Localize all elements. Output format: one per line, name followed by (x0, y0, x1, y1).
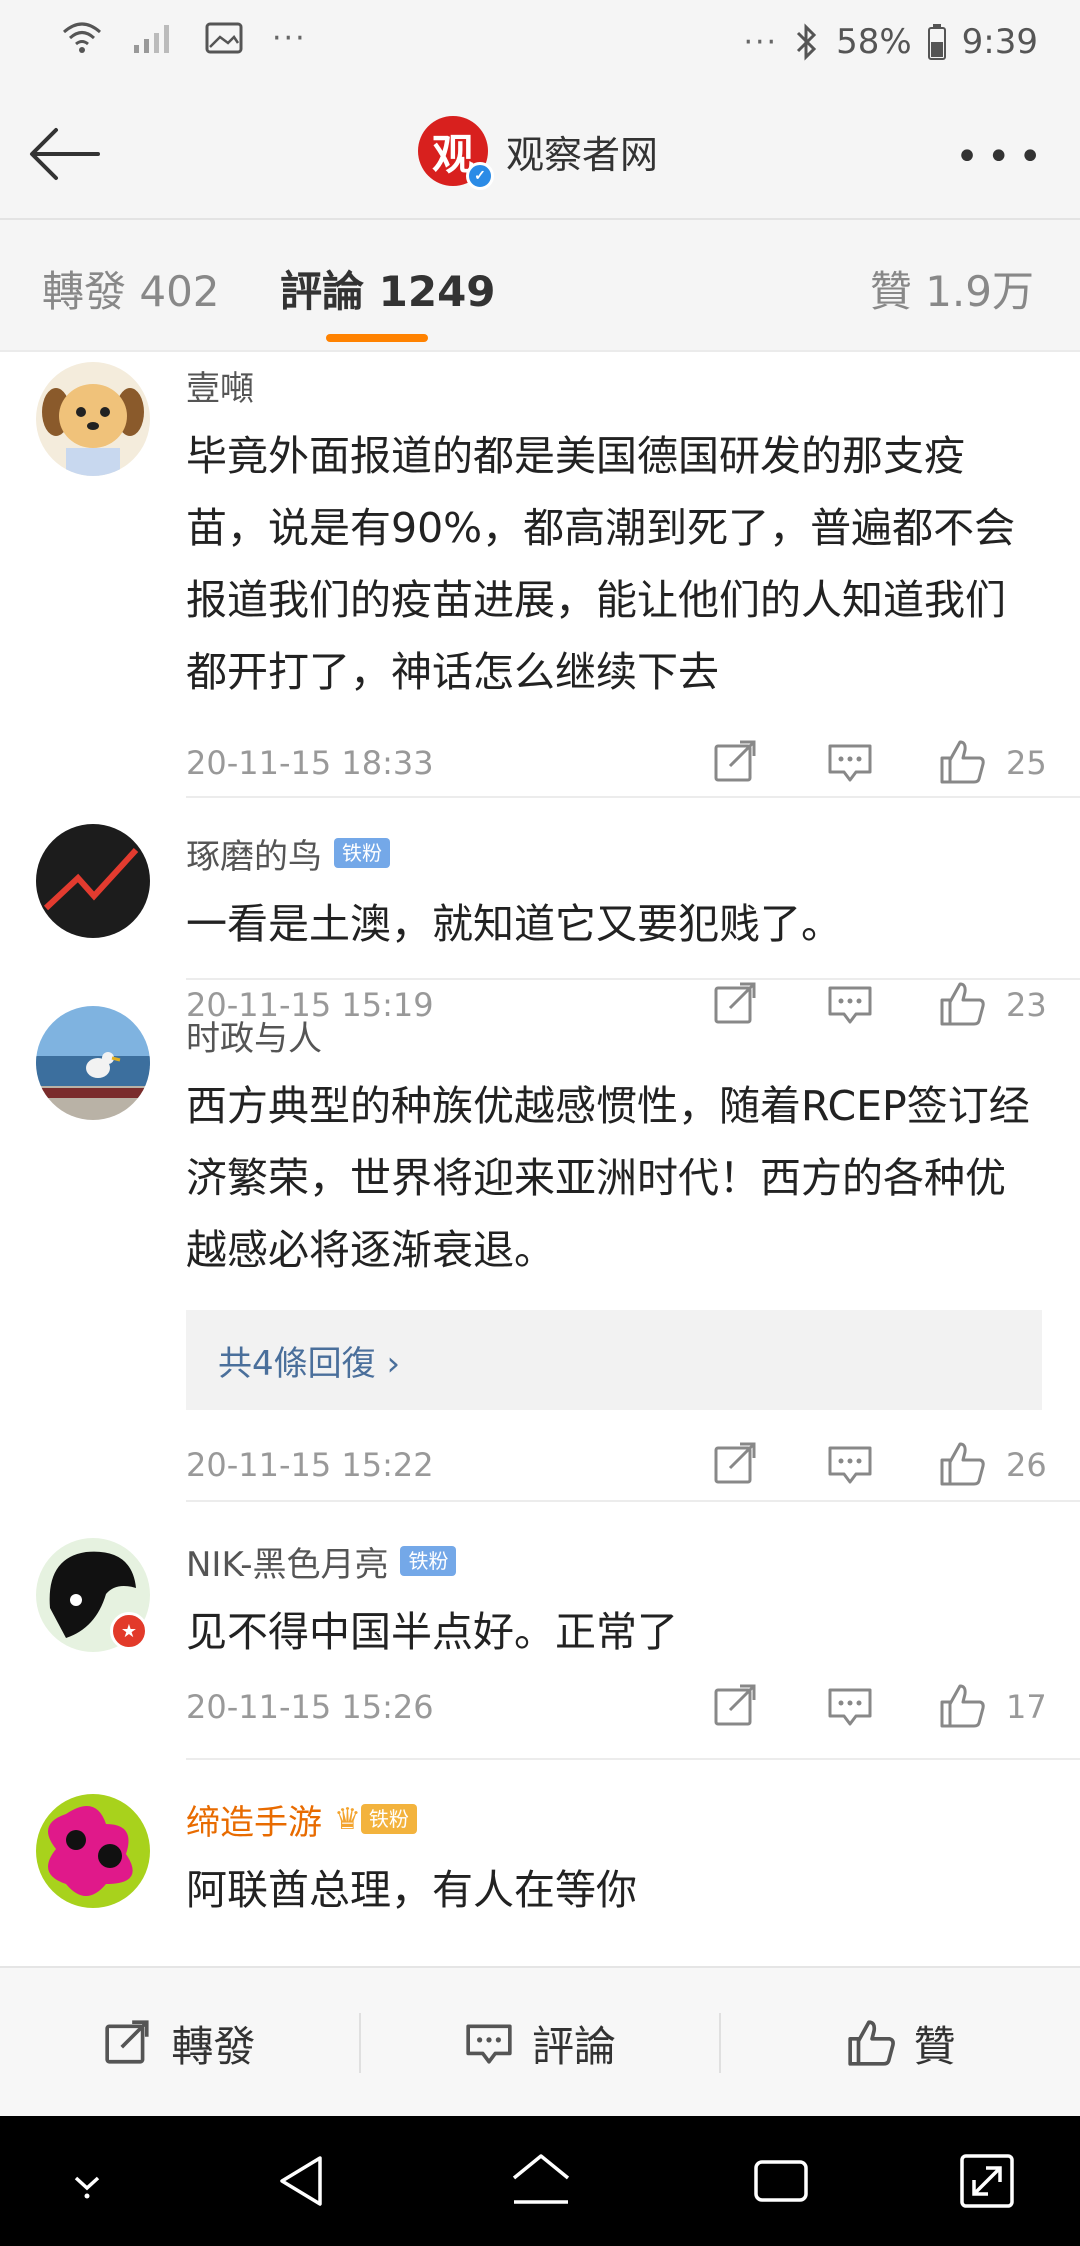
thumbs-up-icon[interactable] (938, 1440, 986, 1488)
avatar[interactable] (36, 362, 150, 476)
more-options-icon[interactable]: ••• (955, 134, 1050, 180)
comment-icon[interactable] (826, 738, 874, 786)
wifi-icon (63, 22, 101, 53)
status-bar: ··· ··· 58% 9:39 (0, 0, 1080, 90)
tab-forward[interactable]: 轉發 402 (42, 258, 220, 319)
comment-label: 評論 (532, 2021, 617, 2071)
comment-item: 壹噸 毕竟外面报道的都是美国德国研发的那支疫苗，说是有90%，都高潮到死了，普遍… (36, 352, 1080, 798)
avatar[interactable]: ★ (36, 1538, 150, 1652)
comment-item: 缔造手游 ♛ 铁粉 阿联酋总理，有人在等你 (36, 1760, 1080, 1960)
share-icon[interactable] (712, 1682, 760, 1730)
fan-badge: 铁粉 (400, 1546, 457, 1576)
account-avatar: 观 ✓ (418, 116, 494, 190)
share-icon[interactable] (712, 1440, 760, 1488)
active-tab-indicator (326, 334, 428, 342)
comment-text: 见不得中国半点好。正常了 (186, 1608, 678, 1656)
thumbs-up-icon[interactable] (938, 738, 986, 786)
clock: 9:39 (961, 22, 1038, 62)
fan-badge: 铁粉 (360, 1804, 417, 1834)
crown-icon: ♛ (334, 1801, 361, 1837)
battery-percent: 58% (836, 22, 912, 62)
like-count: 25 (1006, 744, 1047, 782)
comment-timestamp: 20-11-15 15:22 (186, 1446, 434, 1484)
fan-badge: 铁粉 (334, 838, 390, 868)
comment-timestamp: 20-11-15 15:26 (186, 1688, 434, 1726)
comment-username[interactable]: NIK-黑色月亮 (186, 1537, 388, 1586)
avatar[interactable] (36, 824, 150, 938)
comment-item: 琢磨的鸟 铁粉 一看是土澳，就知道它又要犯贱了。 20-11-15 15:19 … (36, 798, 1080, 1026)
battery-icon (927, 24, 946, 60)
status-more-right: ··· (743, 24, 779, 60)
comment-button[interactable]: 評論 (361, 1968, 720, 2118)
comment-text: 阿联酋总理，有人在等你 (186, 1866, 637, 1914)
star-badge-icon: ★ (110, 1612, 148, 1650)
hide-keyboard-icon[interactable] (52, 2146, 122, 2216)
comment-username[interactable]: 琢磨的鸟 (186, 829, 322, 878)
system-navigation-bar (0, 2116, 1080, 2246)
comment-username[interactable]: 缔造手游 (186, 1795, 322, 1844)
expand-icon[interactable] (952, 2146, 1022, 2216)
comment-text: 毕竟外面报道的都是美国德国研发的那支疫苗，说是有90%，都高潮到死了，普遍都不会… (186, 432, 1016, 696)
back-arrow-icon[interactable] (26, 114, 106, 194)
comment-text: 西方典型的种族优越感惯性，随着RCEP签订经济繁荣，世界将迎来亚洲时代！西方的各… (186, 1082, 1030, 1274)
thumbs-up-icon[interactable] (938, 1682, 986, 1730)
verified-icon: ✓ (466, 162, 494, 190)
comment-icon[interactable] (826, 1440, 874, 1488)
comment-item: ★ NIK-黑色月亮 铁粉 见不得中国半点好。正常了 20-11-15 15:2… (36, 1502, 1080, 1760)
bluetooth-icon (797, 23, 817, 61)
thumbs-up-icon (848, 2020, 895, 2066)
comment-list[interactable]: 壹噸 毕竟外面报道的都是美国德国研发的那支疫苗，说是有90%，都高潮到死了，普遍… (0, 352, 1080, 1962)
status-more-left: ··· (272, 20, 307, 56)
like-label: 贊 (913, 2021, 956, 2071)
view-replies-link[interactable]: 共4條回復 › (186, 1310, 1042, 1410)
navigation-bar: 观 ✓ 观察者网 ••• (0, 90, 1080, 220)
account-name: 观察者网 (506, 132, 659, 177)
like-count: 26 (1006, 1446, 1047, 1484)
avatar[interactable] (36, 1794, 150, 1908)
like-button[interactable]: 贊 (721, 1968, 1080, 2118)
forward-button[interactable]: 轉發 (0, 1968, 359, 2118)
comment-item: 时政与人 西方典型的种族优越感惯性，随着RCEP签订经济繁荣，世界将迎来亚洲时代… (36, 980, 1080, 1502)
share-icon[interactable] (712, 738, 760, 786)
home-icon[interactable] (506, 2146, 576, 2216)
comment-text: 一看是土澳，就知道它又要犯贱了。 (186, 900, 842, 948)
avatar[interactable] (36, 1006, 150, 1120)
tab-comment[interactable]: 評論 1249 (280, 258, 496, 319)
tab-like[interactable]: 贊 1.9万 (870, 258, 1034, 319)
share-icon (105, 2020, 149, 2064)
comment-username[interactable]: 壹噸 (186, 361, 254, 410)
bottom-action-bar: 轉發 評論 贊 (0, 1966, 1080, 2118)
forward-label: 轉發 (171, 2021, 256, 2071)
comment-timestamp: 20-11-15 18:33 (186, 744, 434, 782)
back-icon[interactable] (268, 2146, 338, 2216)
comment-icon[interactable] (826, 1682, 874, 1730)
recent-apps-icon[interactable] (746, 2146, 816, 2216)
gallery-icon (205, 22, 243, 54)
like-count: 17 (1006, 1688, 1047, 1726)
account-header[interactable]: 观 ✓ 观察者网 (418, 116, 659, 190)
comment-icon (466, 2024, 512, 2064)
signal-icon (134, 25, 169, 53)
comment-username[interactable]: 时政与人 (186, 1011, 322, 1060)
tab-bar: 轉發 402 評論 1249 贊 1.9万 (0, 220, 1080, 352)
